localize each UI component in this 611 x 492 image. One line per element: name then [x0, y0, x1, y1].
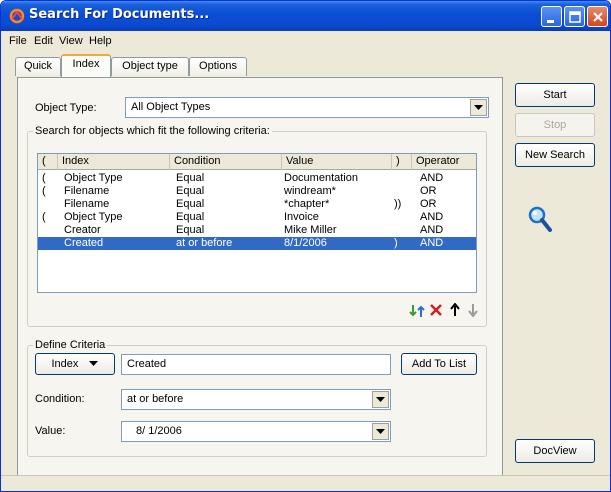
criteria-row[interactable]: ( Filename Equal windream* OR: [38, 185, 476, 198]
define-criteria-title: Define Criteria: [33, 339, 108, 351]
tab-quick[interactable]: Quick: [15, 57, 61, 76]
column-open-paren[interactable]: (: [38, 154, 58, 170]
object-type-label: Object Type:: [35, 102, 97, 114]
row-value: windream*: [284, 185, 336, 197]
row-condition: Equal: [176, 198, 205, 210]
value-date-picker[interactable]: 8/ 1/2006: [121, 421, 391, 442]
row-value: Documentation: [284, 172, 358, 184]
magnifier-icon: [528, 206, 552, 232]
status-bar: [1, 475, 610, 491]
row-operator: AND: [420, 224, 444, 236]
row-index: Object Type: [64, 211, 123, 223]
add-to-list-button[interactable]: Add To List: [401, 353, 477, 375]
tab-index[interactable]: Index: [61, 54, 111, 77]
row-condition: Equal: [176, 224, 205, 236]
column-close-paren[interactable]: ): [392, 154, 412, 170]
column-condition[interactable]: Condition: [170, 154, 282, 170]
row-operator: OR: [420, 198, 437, 210]
condition-select[interactable]: at or before: [121, 389, 391, 410]
new-search-button[interactable]: New Search: [515, 143, 595, 167]
chevron-down-icon: [474, 105, 483, 110]
close-button[interactable]: [587, 6, 608, 27]
row-operator: OR: [420, 185, 437, 197]
row-value: Mike Miller: [284, 224, 337, 236]
row-condition: Equal: [176, 211, 205, 223]
docview-button[interactable]: DocView: [515, 439, 595, 463]
menu-view[interactable]: View: [59, 35, 83, 47]
minimize-button[interactable]: [541, 6, 562, 27]
column-index[interactable]: Index: [58, 154, 170, 170]
tab-options[interactable]: Options: [189, 57, 247, 76]
add-criteria-icon[interactable]: [409, 303, 425, 319]
row-index: Filename: [64, 185, 110, 197]
menu-file[interactable]: File: [9, 35, 27, 47]
title-bar[interactable]: Search For Documents...: [1, 1, 610, 31]
row-index: Object Type: [64, 172, 123, 184]
tab-strip: Quick Index Object type Options: [1, 53, 610, 77]
criteria-list-header: ( Index Condition Value ) Operator: [38, 154, 476, 170]
index-dropdown-button[interactable]: Index: [35, 353, 115, 375]
condition-label: Condition:: [35, 393, 85, 405]
condition-value: at or before: [127, 393, 184, 405]
maximize-button[interactable]: [564, 6, 585, 27]
start-button[interactable]: Start: [515, 83, 595, 107]
criteria-group-title: Search for objects which fit the followi…: [33, 125, 272, 137]
criteria-list[interactable]: ( Index Condition Value ) Operator ( Obje…: [37, 153, 477, 293]
row-close-paren: ): [394, 237, 398, 249]
criteria-row[interactable]: Filename Equal *chapter*)) OR: [38, 198, 476, 211]
value-label: Value:: [35, 425, 66, 437]
menu-edit[interactable]: Edit: [34, 35, 53, 47]
object-type-dropdown-button[interactable]: [470, 99, 487, 116]
chevron-down-icon: [376, 397, 385, 402]
row-index: Creator: [64, 224, 101, 236]
row-close-paren: )): [394, 198, 402, 210]
row-condition: Equal: [176, 172, 205, 184]
column-operator[interactable]: Operator: [412, 154, 476, 170]
value-dropdown-button[interactable]: [372, 423, 389, 440]
row-condition: at or before: [176, 237, 233, 249]
row-open-paren: (: [42, 185, 46, 197]
object-type-select[interactable]: All Object Types: [125, 97, 489, 118]
chevron-down-icon: [376, 429, 385, 434]
row-operator: AND: [420, 211, 444, 223]
value-date: 8/ 1/2006: [136, 425, 182, 437]
condition-dropdown-button[interactable]: [372, 391, 389, 408]
row-value: *chapter*: [284, 198, 330, 210]
row-operator: AND: [420, 172, 444, 184]
criteria-row[interactable]: Created at or before 8/1/2006) AND: [38, 237, 476, 250]
delete-icon[interactable]: [429, 303, 443, 317]
row-index: Filename: [64, 198, 110, 210]
criteria-row[interactable]: ( Object Type Equal Documentation AND: [38, 172, 476, 185]
search-window: Search For Documents... File Edit View H…: [0, 0, 611, 492]
row-condition: Equal: [176, 185, 205, 197]
move-up-icon[interactable]: [449, 303, 461, 317]
app-logo-icon: [9, 8, 25, 24]
column-value[interactable]: Value: [282, 154, 392, 170]
window-title: Search For Documents...: [29, 7, 210, 22]
criteria-row[interactable]: Creator Equal Mike Miller AND: [38, 224, 476, 237]
row-value: Invoice: [284, 211, 319, 223]
index-input[interactable]: Created: [121, 354, 391, 375]
menu-bar: File Edit View Help: [1, 31, 610, 51]
minimize-icon: [547, 20, 554, 23]
row-value: 8/1/2006: [284, 237, 327, 249]
row-operator: AND: [420, 237, 444, 249]
menu-help[interactable]: Help: [89, 35, 112, 47]
chevron-down-icon: [89, 361, 99, 367]
row-open-paren: (: [42, 211, 46, 223]
maximize-icon: [569, 11, 581, 23]
move-down-icon[interactable]: [467, 303, 479, 317]
row-index: Created: [64, 237, 104, 249]
tab-object-type[interactable]: Object type: [111, 57, 189, 76]
criteria-row[interactable]: ( Object Type Equal Invoice AND: [38, 211, 476, 224]
index-button-label: Index: [51, 358, 79, 370]
close-icon: [593, 12, 603, 22]
row-open-paren: (: [42, 172, 46, 184]
object-type-value: All Object Types: [131, 101, 211, 113]
stop-button[interactable]: Stop: [515, 113, 595, 137]
